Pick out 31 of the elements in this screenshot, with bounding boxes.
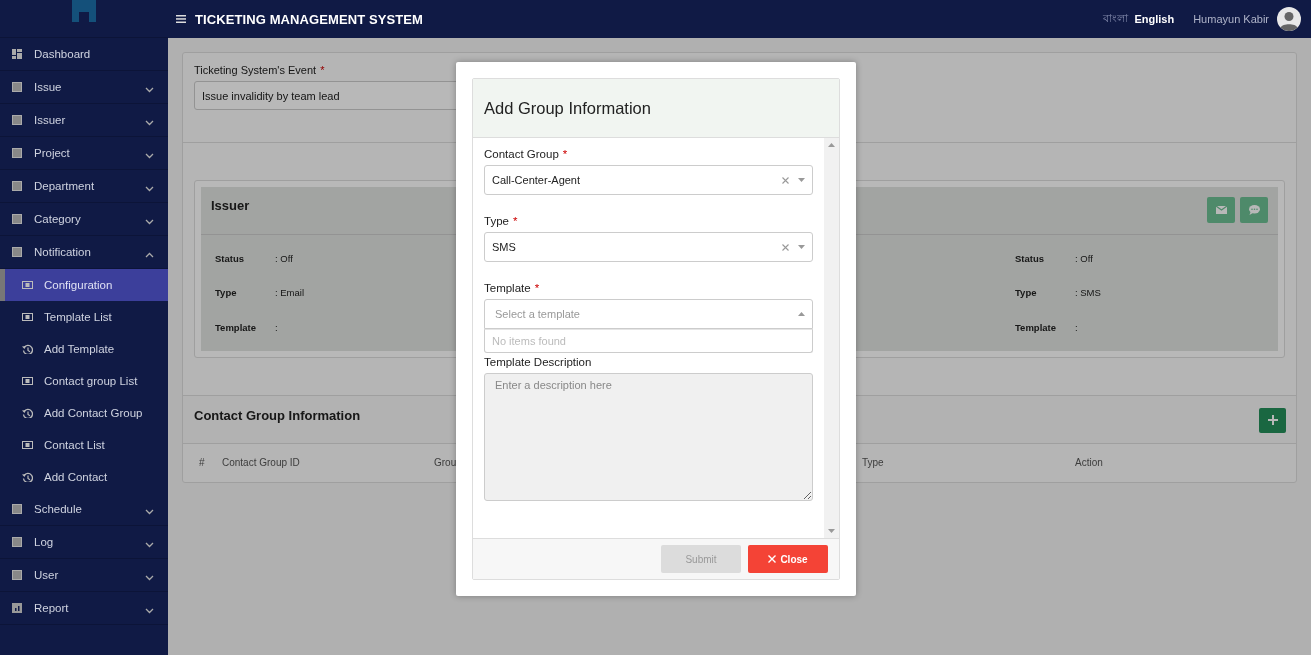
detail-label: Type bbox=[215, 287, 238, 299]
detail-label: Template bbox=[215, 321, 257, 333]
field-label: Template * bbox=[484, 282, 541, 294]
required-mark: * bbox=[320, 64, 325, 76]
field-label: Template Description bbox=[484, 356, 593, 368]
detail-value: : Off bbox=[1075, 252, 1093, 264]
column-header: Action bbox=[1075, 457, 1104, 468]
dropdown-menu: No items found bbox=[484, 329, 813, 353]
required-mark: * bbox=[512, 215, 518, 227]
detail-value: : Email bbox=[275, 287, 305, 299]
field-label: Type * bbox=[484, 215, 519, 227]
app-title: TICKETING MANAGEMENT SYSTEM bbox=[195, 11, 424, 27]
section-title: Contact Group Information bbox=[194, 407, 361, 423]
detail-value: : bbox=[275, 321, 278, 333]
detail-value: : SMS bbox=[1075, 287, 1101, 299]
detail-label: Status bbox=[1015, 252, 1046, 264]
modal-title: Add Group Information bbox=[484, 98, 651, 118]
required-mark: * bbox=[534, 282, 540, 294]
detail-label: Template bbox=[1015, 321, 1057, 333]
column-header: # bbox=[199, 457, 206, 468]
detail-label: Status bbox=[215, 252, 246, 264]
detail-value: : bbox=[1075, 321, 1078, 333]
field-label: Ticketing System's Event * bbox=[194, 64, 326, 76]
field-label: Contact Group * bbox=[484, 148, 569, 160]
column-header: Grou bbox=[434, 457, 458, 468]
required-mark: * bbox=[562, 148, 568, 160]
column-header: Contact Group ID bbox=[222, 457, 301, 468]
card-title: Issuer bbox=[211, 198, 250, 213]
detail-label: Type bbox=[1015, 287, 1038, 299]
column-header: Type bbox=[862, 457, 885, 468]
detail-value: : Off bbox=[275, 252, 293, 264]
